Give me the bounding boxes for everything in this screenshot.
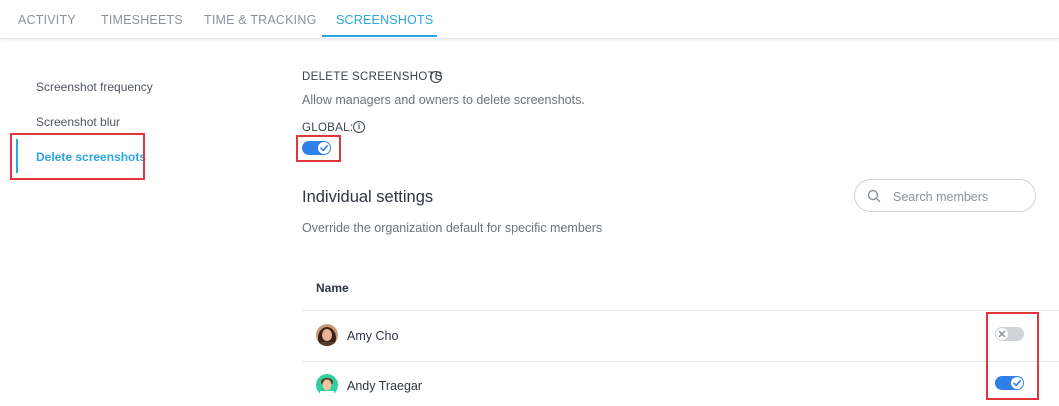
tab-timesheets[interactable]: TIMESHEETS (101, 13, 183, 27)
search-members[interactable] (854, 179, 1036, 212)
info-icon[interactable]: i (353, 121, 365, 133)
info-icon[interactable]: i (430, 71, 442, 83)
highlight-box-member-toggles (986, 312, 1039, 400)
sidebar-item-screenshot-frequency[interactable]: Screenshot frequency (36, 80, 153, 94)
section-description: Allow managers and owners to delete scre… (302, 93, 585, 107)
search-input[interactable] (891, 186, 1030, 208)
highlight-box-global-toggle (296, 135, 341, 162)
member-name: Andy Traegar (347, 379, 423, 393)
tab-screenshots[interactable]: SCREENSHOTS (336, 13, 433, 27)
column-header-name: Name (316, 281, 349, 295)
avatar (316, 374, 338, 396)
sidebar-item-screenshot-blur[interactable]: Screenshot blur (36, 115, 120, 129)
search-icon (867, 189, 881, 203)
top-tab-bar: ACTIVITY TIMESHEETS TIME & TRACKING SCRE… (0, 0, 1059, 39)
global-label: GLOBAL: (302, 122, 354, 134)
member-name: Amy Cho (347, 329, 399, 343)
active-tab-indicator (322, 35, 437, 37)
tab-activity[interactable]: ACTIVITY (18, 13, 76, 27)
table-divider (302, 361, 1059, 362)
table-divider (302, 310, 1059, 311)
avatar (316, 324, 338, 346)
tab-time-tracking[interactable]: TIME & TRACKING (204, 13, 317, 27)
highlight-box-sidebar (10, 133, 145, 180)
individual-settings-title: Individual settings (302, 188, 434, 206)
section-title: DELETE SCREENSHOTS (302, 71, 443, 83)
individual-settings-description: Override the organization default for sp… (302, 221, 603, 235)
